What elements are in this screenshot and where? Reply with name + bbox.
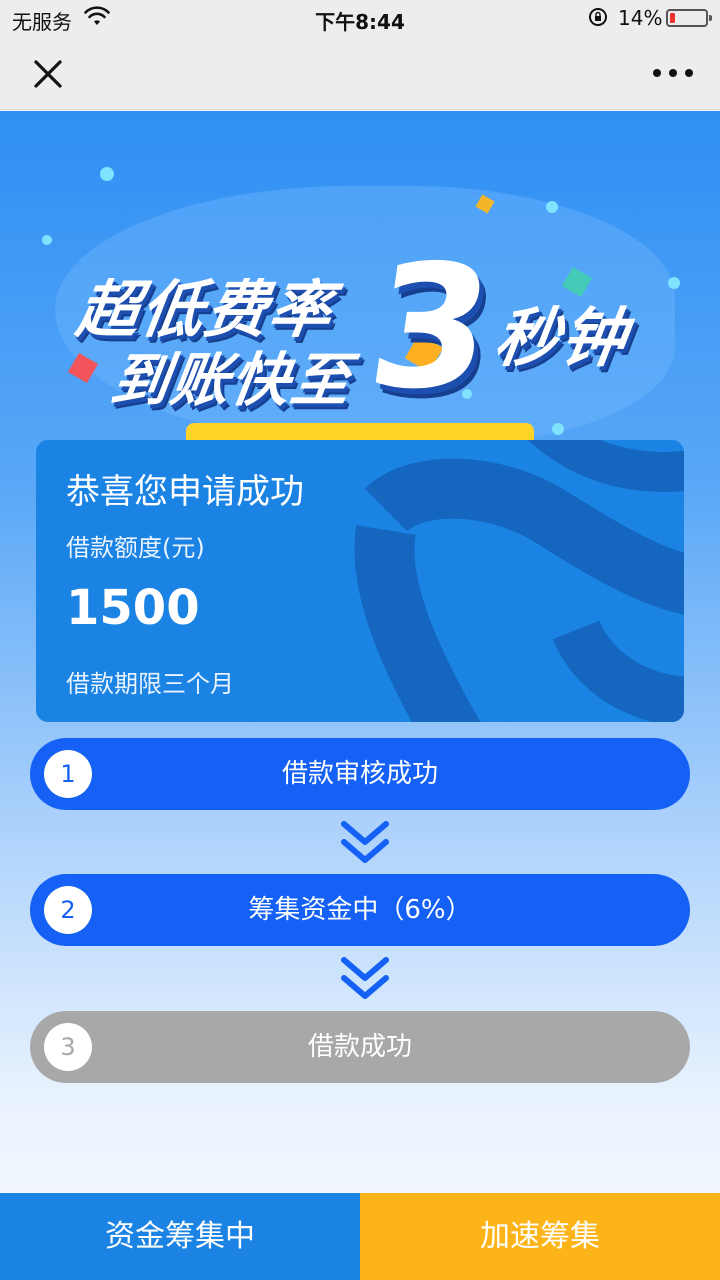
battery-percent: 14% (618, 6, 663, 30)
loan-term: 借款期限三个月 (66, 670, 234, 698)
step-number-badge: 1 (44, 750, 92, 798)
decor-dot (42, 235, 52, 245)
nav-bar (0, 36, 720, 110)
decor-dot (546, 201, 558, 213)
step-label: 借款成功 (307, 1032, 412, 1062)
speed-up-button[interactable]: 加速筹集 (360, 1193, 720, 1280)
card-title: 恭喜您申请成功 (66, 472, 304, 512)
more-icon[interactable] (650, 58, 696, 88)
promo-banner: 超低费率 到账快至 3 秒钟 (0, 111, 720, 453)
fundraising-status-button[interactable]: 资金筹集中 (0, 1193, 360, 1280)
step-loan-success[interactable]: 借款成功 3 (30, 1011, 690, 1083)
chevron-down-icon (341, 821, 389, 863)
loan-amount-label: 借款额度(元) (66, 534, 205, 562)
clock: 下午8:44 (315, 10, 405, 34)
loan-amount: 1500 (66, 580, 200, 636)
step-label: 筹集资金中（6%） (248, 895, 472, 925)
close-icon[interactable] (26, 52, 70, 96)
loan-info-card: 恭喜您申请成功 借款额度(元) 1500 借款期限三个月 (36, 440, 684, 722)
bottom-action-bar: 资金筹集中 加速筹集 (0, 1193, 720, 1280)
decor-dot (668, 277, 680, 289)
step-number-badge: 3 (44, 1023, 92, 1071)
step-label: 借款审核成功 (281, 759, 438, 789)
step-fundraising[interactable]: 筹集资金中（6%） 2 (30, 874, 690, 946)
banner-slogan-line2: 到账快至 (106, 346, 357, 414)
chevron-down-icon (341, 957, 389, 999)
battery-icon (666, 9, 712, 27)
step-review-success[interactable]: 借款审核成功 1 (30, 738, 690, 810)
banner-big-number: 3 (358, 229, 505, 427)
decor-dot (100, 167, 114, 181)
main-content: 超低费率 到账快至 3 秒钟 恭喜您申请成功 借款额度(元) 1500 借款期限… (0, 111, 720, 1193)
battery-level-fill (670, 13, 675, 23)
decor-dot (552, 423, 564, 435)
orientation-lock-icon (589, 8, 607, 26)
step-number-badge: 2 (44, 886, 92, 934)
status-bar: 无服务 下午8:44 14% (0, 0, 720, 36)
banner-slogan-line3: 秒钟 (489, 302, 633, 376)
